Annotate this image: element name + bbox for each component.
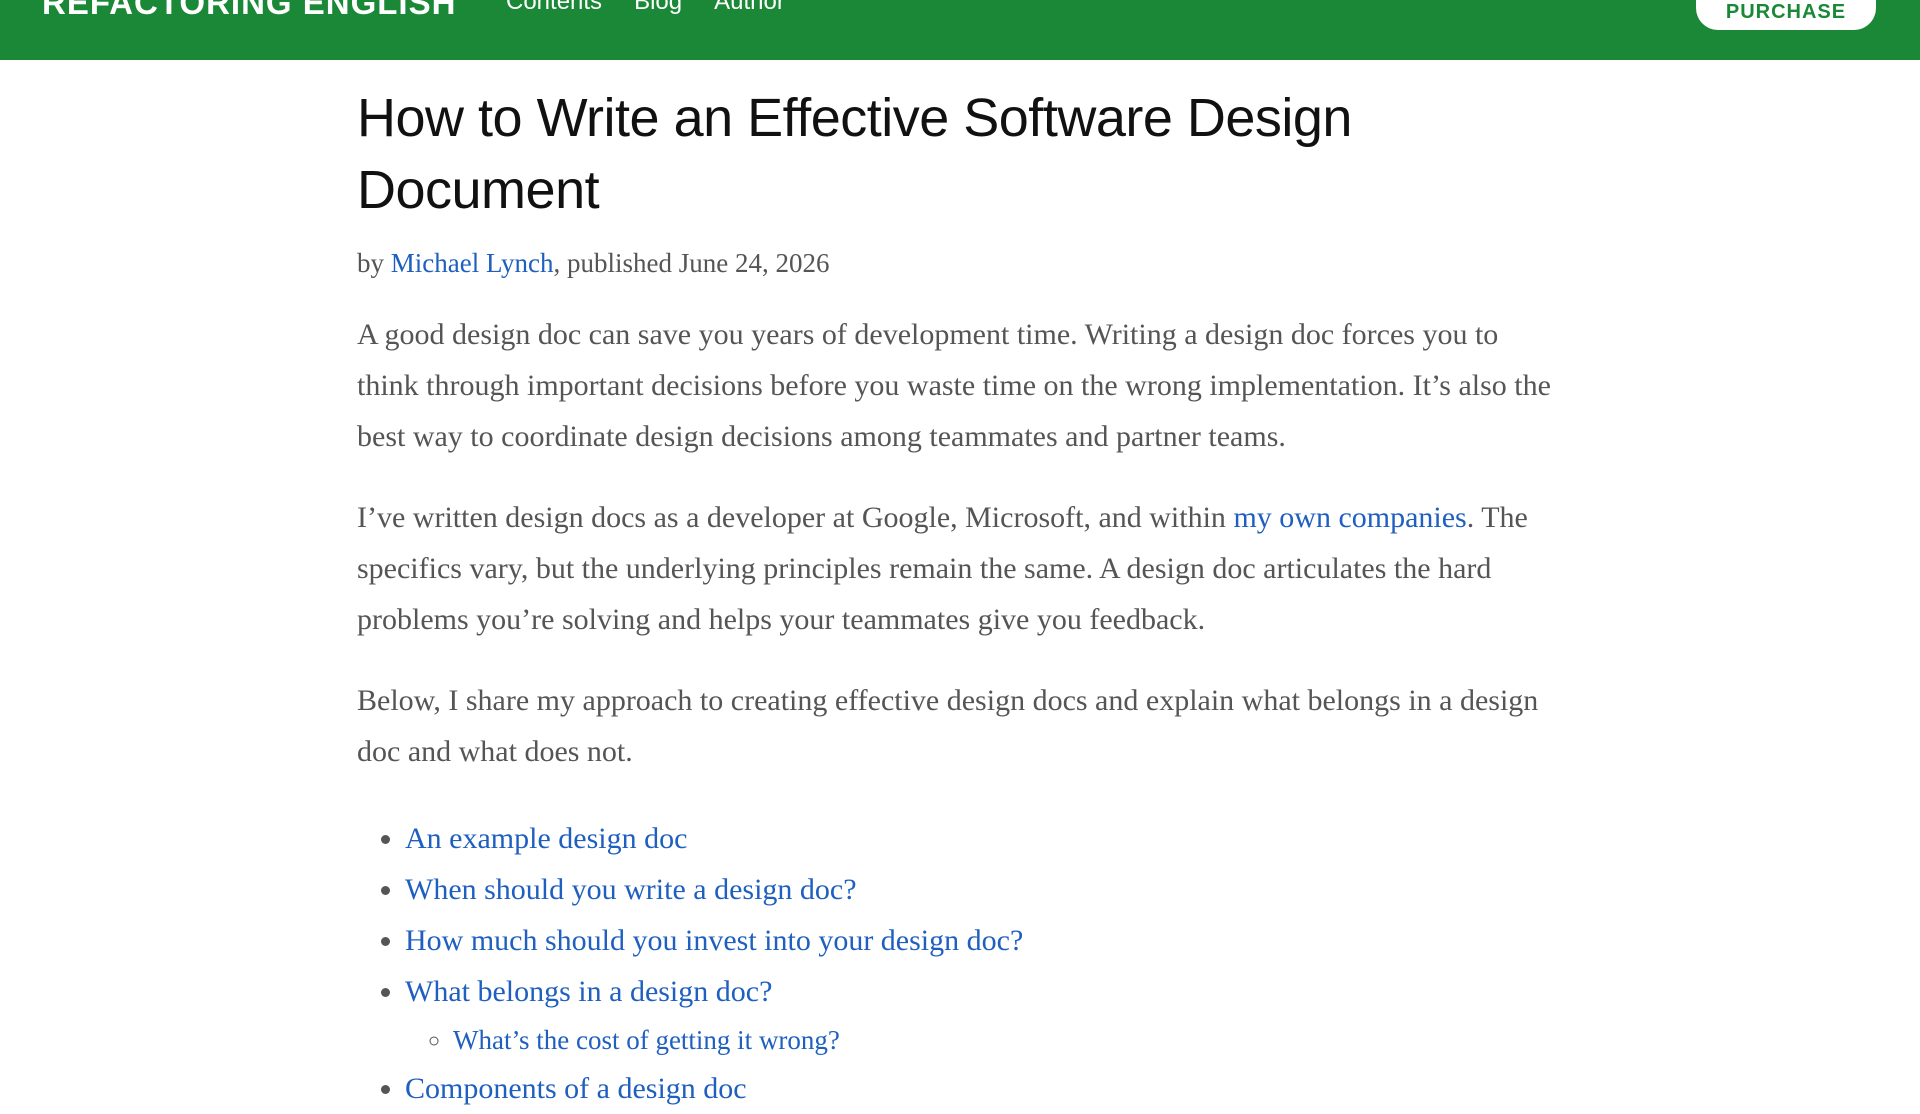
site-header: REFACTORING ENGLISH Contents Blog Author… <box>0 0 1920 60</box>
purchase-button[interactable]: PURCHASE <box>1696 0 1876 30</box>
toc-link-what-belongs[interactable]: What belongs in a design doc? <box>405 975 772 1008</box>
approach-paragraph: Below, I share my approach to creating e… <box>357 684 1539 768</box>
title-line-1: How to Write an Effective Software Desig… <box>357 88 1352 148</box>
table-of-contents: An example design doc When should you wr… <box>357 813 1557 1114</box>
toc-link-cost-of-wrong[interactable]: What’s the cost of getting it wrong? <box>453 1025 840 1055</box>
nav-link-contents[interactable]: Contents <box>506 0 602 15</box>
nav-link-blog[interactable]: Blog <box>634 0 682 15</box>
toc-link-example-design-doc[interactable]: An example design doc <box>405 822 687 855</box>
toc-link-how-much-invest[interactable]: How much should you invest into your des… <box>405 924 1023 957</box>
nav-link-author[interactable]: Author <box>714 0 785 15</box>
toc-link-when-to-write[interactable]: When should you write a design doc? <box>405 873 857 906</box>
byline-prefix: by <box>357 248 391 278</box>
byline: by Michael Lynch, published June 24, 202… <box>357 248 1557 279</box>
experience-text-before: I’ve written design docs as a developer … <box>357 501 1234 534</box>
toc-item: How much should you invest into your des… <box>405 915 1557 966</box>
toc-item: An example design doc <box>405 813 1557 864</box>
main-nav: Contents Blog Author <box>506 0 785 16</box>
author-link[interactable]: Michael Lynch <box>391 248 554 278</box>
my-own-companies-link[interactable]: my own companies <box>1233 501 1466 534</box>
nav-item-contents: Contents <box>506 0 602 16</box>
intro-paragraph: A good design doc can save you years of … <box>357 318 1551 453</box>
site-logo-link[interactable]: REFACTORING ENGLISH <box>42 0 456 22</box>
article-body: How to Write an Effective Software Desig… <box>357 82 1557 1114</box>
toc-item: Components of a design doc <box>405 1063 1557 1114</box>
nav-item-blog: Blog <box>634 0 682 16</box>
title-line-2: Document <box>357 160 600 220</box>
page-title: How to Write an Effective Software Desig… <box>357 82 1557 226</box>
nav-item-author: Author <box>714 0 785 16</box>
experience-paragraph: I’ve written design docs as a developer … <box>357 492 1557 645</box>
toc-item: What belongs in a design doc? What’s the… <box>405 966 1557 1063</box>
toc-item: When should you write a design doc? <box>405 864 1557 915</box>
toc-subitem: What’s the cost of getting it wrong? <box>453 1017 1557 1063</box>
toc-sublist: What’s the cost of getting it wrong? <box>405 1017 1557 1063</box>
toc-link-components[interactable]: Components of a design doc <box>405 1072 747 1105</box>
byline-date: , published June 24, 2026 <box>553 248 830 278</box>
